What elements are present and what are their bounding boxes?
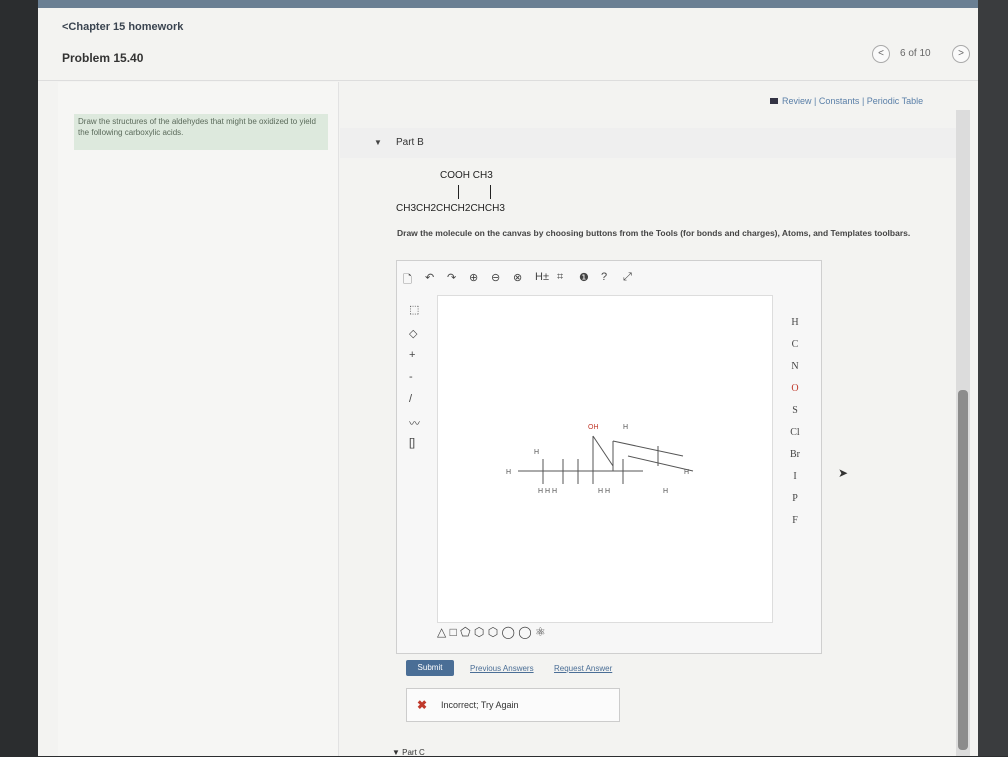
atom-n[interactable]: N: [783, 361, 807, 372]
next-problem-button[interactable]: >: [952, 45, 970, 63]
prev-problem-button[interactable]: <: [872, 45, 890, 63]
new-icon[interactable]: 🗋: [403, 271, 412, 290]
bracket-icon[interactable]: []: [409, 437, 415, 449]
submit-button[interactable]: Submit: [406, 660, 454, 676]
zoom-out-icon[interactable]: ⊖: [491, 271, 500, 284]
bond-line: [458, 185, 459, 199]
problem-count: 6 of 10: [900, 48, 931, 59]
review-icon: [770, 98, 778, 104]
atom-p[interactable]: P: [783, 493, 807, 504]
feedback-message: Incorrect; Try Again: [441, 700, 519, 710]
separator: |: [814, 96, 817, 106]
pager: < 6 of 10 >: [872, 45, 972, 65]
atom-label-h: H: [684, 469, 689, 476]
header-divider: [38, 80, 978, 81]
atom-br[interactable]: Br: [783, 449, 807, 460]
top-bar: [38, 0, 978, 8]
monitor-bezel: [978, 0, 1008, 756]
incorrect-icon: ✖: [417, 698, 428, 712]
mouse-cursor-icon: ➤: [838, 466, 849, 480]
periodic-table-link[interactable]: Periodic Table: [867, 96, 923, 106]
atom-c[interactable]: C: [783, 339, 807, 350]
problem-title: Problem 15.40: [62, 51, 144, 65]
charge-plus-icon[interactable]: +: [409, 349, 415, 361]
numbering-icon[interactable]: ⌗: [557, 271, 563, 284]
drawing-canvas[interactable]: OH H H H H H H H H H H: [437, 295, 773, 623]
review-link[interactable]: Review: [782, 96, 812, 106]
directions-text: Draw the molecule on the canvas by choos…: [397, 228, 911, 238]
atom-label-h: H: [623, 424, 628, 431]
atom-h[interactable]: H: [783, 317, 807, 328]
atom-label-h: H: [506, 469, 511, 476]
scrollbar-thumb[interactable]: [958, 390, 968, 750]
atom-f[interactable]: F: [783, 515, 807, 526]
formula-bottom: CH3CH2CHCH2CHCH3: [396, 203, 505, 214]
single-bond-icon[interactable]: /: [409, 393, 412, 405]
feedback-box: ✖ Incorrect; Try Again: [406, 688, 620, 722]
part-b-label: Part B: [396, 137, 424, 148]
atom-label-h: H H: [598, 488, 610, 495]
atom-s[interactable]: S: [783, 405, 807, 416]
zoom-in-icon[interactable]: ⊕: [469, 271, 478, 284]
hydrogen-toggle-icon[interactable]: H±: [535, 271, 549, 283]
problem-instruction: Draw the structures of the aldehydes tha…: [74, 114, 328, 150]
select-tool-icon[interactable]: ⬚: [409, 303, 419, 316]
request-answer-link[interactable]: Request Answer: [554, 664, 612, 673]
previous-answers-link[interactable]: Previous Answers: [470, 664, 534, 673]
molecule-editor: 🗋 ↶ ↷ ⊕ ⊖ ⊗ H± ⌗ ❶? ⤢ ⬚ ◇ + - / 〰 [] OH …: [396, 260, 822, 654]
left-pane: [58, 82, 339, 756]
atoms-toolbar: H C N O S Cl Br I P F: [777, 297, 817, 597]
drawn-molecule: OH H H H H H H H H H H: [506, 424, 694, 495]
atom-o[interactable]: O: [783, 383, 807, 394]
atom-cl[interactable]: Cl: [783, 427, 807, 438]
chain-icon[interactable]: 〰: [409, 415, 420, 431]
constants-link[interactable]: Constants: [819, 96, 860, 106]
chapter-link[interactable]: <Chapter 15 homework: [62, 21, 183, 33]
fullscreen-icon[interactable]: ⤢: [623, 271, 632, 284]
formula-top: COOH CH3: [440, 170, 493, 181]
atom-label-h: H H H: [538, 488, 557, 495]
charge-minus-icon[interactable]: -: [409, 371, 413, 383]
bond-line: [490, 185, 491, 199]
atom-label-h: H: [663, 488, 668, 495]
info-icon[interactable]: ❶: [579, 271, 589, 284]
atom-label-oh: OH: [588, 424, 599, 431]
review-bar: Review | Constants | Periodic Table: [770, 96, 923, 106]
zoom-reset-icon[interactable]: ⊗: [513, 271, 522, 284]
eraser-icon[interactable]: ◇: [409, 327, 417, 340]
atom-i[interactable]: I: [783, 471, 807, 482]
undo-icon[interactable]: ↶: [425, 271, 434, 284]
help-icon[interactable]: ?: [601, 271, 607, 283]
atom-label-h: H: [534, 449, 539, 456]
collapse-icon: ▼: [374, 138, 382, 147]
part-b-header[interactable]: ▼ Part B: [340, 128, 970, 158]
templates-toolbar[interactable]: △ □ ⬠ ⬡ ⬡ ◯ ◯ ⚛: [437, 625, 737, 645]
redo-icon[interactable]: ↷: [447, 271, 456, 284]
separator: |: [861, 96, 865, 106]
tools-toolbar: ⬚ ◇ + - / 〰 []: [403, 297, 435, 627]
top-toolbar: 🗋 ↶ ↷ ⊕ ⊖ ⊗ H± ⌗ ❶? ⤢: [403, 271, 813, 291]
